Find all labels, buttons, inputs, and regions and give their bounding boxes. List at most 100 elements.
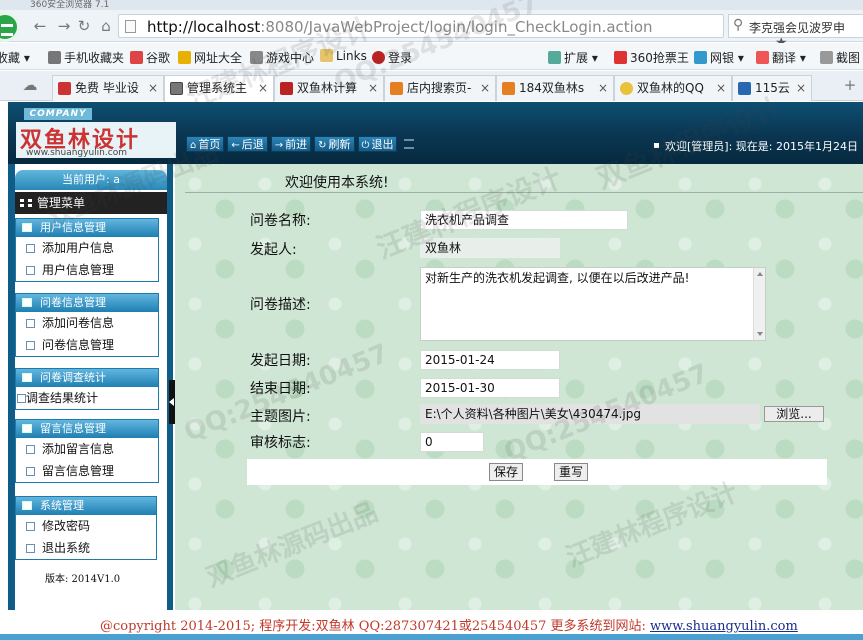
image-label: 主题图片: — [250, 409, 311, 425]
start-date-field[interactable]: 2015-01-24 — [420, 350, 560, 370]
browser-logo-icon[interactable] — [0, 12, 20, 42]
group-icon — [22, 223, 32, 232]
menu-group-user: 用户信息管理 添加用户信息 用户信息管理 — [15, 218, 159, 282]
version-label: 版本: 2014V1.0 — [45, 574, 121, 585]
website-link[interactable]: www.shuangyulin.com — [650, 619, 798, 634]
end-date-field[interactable]: 2015-01-30 — [420, 378, 560, 398]
description-label: 问卷描述: — [250, 297, 311, 313]
favorite-item[interactable]: 游戏中心 — [250, 49, 314, 66]
sidebar-item-questionnaire-manage[interactable]: 问卷信息管理 — [16, 334, 158, 356]
favorite-item[interactable]: 360抢票王 — [614, 49, 689, 66]
top-nav: ⌂ 首页 ← 后退 → 前进 ↻ 刷新 ⏻ 退出 — [186, 136, 415, 152]
favorite-item[interactable]: 扩展 ▾ — [548, 49, 598, 66]
tab-favicon-icon — [738, 82, 751, 95]
button-bar: 保存 重写 — [247, 459, 827, 485]
forward-button[interactable]: → 前进 — [270, 136, 312, 152]
page-icon — [125, 20, 136, 33]
cloud-icon[interactable]: ☁ — [20, 75, 40, 95]
group-icon — [22, 501, 32, 510]
favorite-item[interactable]: 网银 ▾ — [694, 49, 744, 66]
sidebar-item-add-user[interactable]: 添加用户信息 — [16, 237, 158, 259]
favorite-item[interactable]: 收藏 ▾ — [0, 49, 30, 66]
tab-favicon-icon — [502, 82, 515, 95]
home-button[interactable]: ⌂ 首页 — [186, 136, 225, 152]
scrollbar[interactable] — [753, 268, 765, 340]
favorite-item[interactable]: 手机收藏夹 — [48, 49, 124, 66]
page-icon — [26, 467, 35, 476]
sidebar-item-add-questionnaire[interactable]: 添加问卷信息 — [16, 312, 158, 334]
browser-tab[interactable]: 184双鱼林s × — [496, 75, 614, 101]
menu-group-header[interactable]: 问卷调查统计 — [16, 369, 158, 387]
page-icon — [26, 445, 35, 454]
logout-button[interactable]: ⏻ 退出 — [357, 136, 398, 152]
menu-group-system: 系统管理 修改密码 退出系统 — [15, 496, 157, 560]
home-icon[interactable]: ⌂ — [96, 16, 116, 36]
back-button[interactable]: ← 后退 — [227, 136, 268, 152]
browser-tab[interactable]: 店内搜索页- × — [384, 75, 496, 101]
footer: @copyright 2014-2015; 程序开发:双鱼林 QQ:287307… — [0, 610, 863, 640]
favorite-item[interactable]: Links — [320, 49, 367, 63]
save-button[interactable]: 保存 — [489, 463, 523, 481]
name-field[interactable]: 洗衣机产品调查 — [420, 210, 628, 230]
sidebar-item-user-manage[interactable]: 用户信息管理 — [16, 259, 158, 281]
favorite-item[interactable]: 翻译 ▾ — [756, 49, 806, 66]
page-icon — [26, 266, 35, 275]
page-icon — [17, 394, 26, 403]
sidebar-item-survey-results[interactable]: 调查结果统计 — [16, 387, 158, 409]
favorite-item[interactable]: 网址大全 — [178, 49, 242, 66]
reload-icon[interactable]: ↻ — [74, 16, 94, 36]
sidebar-item-change-password[interactable]: 修改密码 — [16, 515, 156, 537]
favorite-item[interactable]: 登录 — [372, 49, 412, 66]
image-file-field[interactable]: E:\个人资料\各种图片\美女\430474.jpg — [420, 404, 760, 424]
divider — [185, 192, 863, 193]
forward-arrow-icon[interactable]: → — [54, 16, 74, 36]
web-app: COMPANY 双鱼林设计 www.shuangyulin.com ⌂ 首页 ← 后退… — [0, 102, 863, 640]
menu-group-header[interactable]: 问卷信息管理 — [16, 294, 158, 312]
google-icon — [130, 51, 143, 64]
menu-group-header[interactable]: 用户信息管理 — [16, 219, 158, 237]
browser-tab[interactable]: 115云 × — [732, 75, 812, 101]
sidebar-item-add-message[interactable]: 添加留言信息 — [16, 438, 158, 460]
sidebar-item-message-manage[interactable]: 留言信息管理 — [16, 460, 158, 482]
start-date-label: 发起日期: — [250, 353, 311, 369]
extension-icon — [548, 51, 561, 64]
browser-tab-active[interactable]: 管理系统主 × — [164, 75, 274, 102]
new-tab-icon[interactable]: + — [840, 75, 860, 95]
url-input[interactable]: http://localhost:8080/JavaWebProject/log… — [118, 14, 788, 67]
reset-button[interactable]: 重写 — [554, 463, 588, 481]
directory-icon — [178, 51, 191, 64]
favorite-item[interactable]: 截图 — [820, 49, 860, 66]
description-text: 对新生产的洗衣机发起调查, 以便在以后改进产品! — [425, 271, 690, 285]
sidebar-item-logout[interactable]: 退出系统 — [16, 537, 156, 559]
favorites-bar: 收藏 ▾ 手机收藏夹 谷歌 网址大全 游戏中心 Links 登录 扩展 ▾ 36… — [0, 43, 863, 70]
refresh-button[interactable]: ↻ 刷新 — [314, 136, 355, 152]
browser-tab[interactable]: 双鱼林计算 × — [274, 75, 384, 101]
favorite-item[interactable]: 谷歌 — [130, 49, 170, 66]
menu-grid-icon — [20, 199, 32, 207]
menu-group-statistics: 问卷调查统计 调查结果统计 — [15, 368, 159, 410]
page-title: 欢迎使用本系统! — [285, 175, 389, 191]
audit-field[interactable]: 0 — [420, 432, 484, 452]
browse-button[interactable]: 浏览... — [764, 406, 824, 422]
footer-strip — [0, 634, 863, 640]
browser-tab[interactable]: 免费 毕业设 × — [52, 75, 164, 101]
close-icon: × — [479, 81, 490, 95]
bullet-icon — [654, 143, 659, 148]
search-input[interactable]: ⚲ 李克强会见波罗申 — [728, 14, 863, 38]
refresh-icon: ↻ — [318, 140, 327, 151]
forward-arrow-icon: → — [274, 140, 284, 151]
app-header: COMPANY 双鱼林设计 www.shuangyulin.com ⌂ 首页 ← 后退… — [8, 102, 863, 164]
back-arrow-icon[interactable]: ← — [30, 16, 50, 36]
translate-icon — [756, 51, 769, 64]
search-text: 李克强会见波罗申 — [749, 21, 846, 35]
phone-icon — [48, 51, 61, 64]
folder-icon — [320, 49, 333, 62]
browser-tab[interactable]: 双鱼林的QQ × — [614, 75, 732, 101]
description-textarea[interactable]: 对新生产的洗衣机发起调查, 以便在以后改进产品! — [420, 267, 766, 341]
logo-company: COMPANY — [24, 108, 92, 120]
menu-group-header[interactable]: 系统管理 — [16, 497, 156, 515]
page-icon — [26, 544, 35, 553]
menu-group-header[interactable]: 留言信息管理 — [16, 420, 158, 438]
login-icon — [372, 51, 385, 64]
manage-menu-title: 管理菜单 — [15, 192, 167, 214]
